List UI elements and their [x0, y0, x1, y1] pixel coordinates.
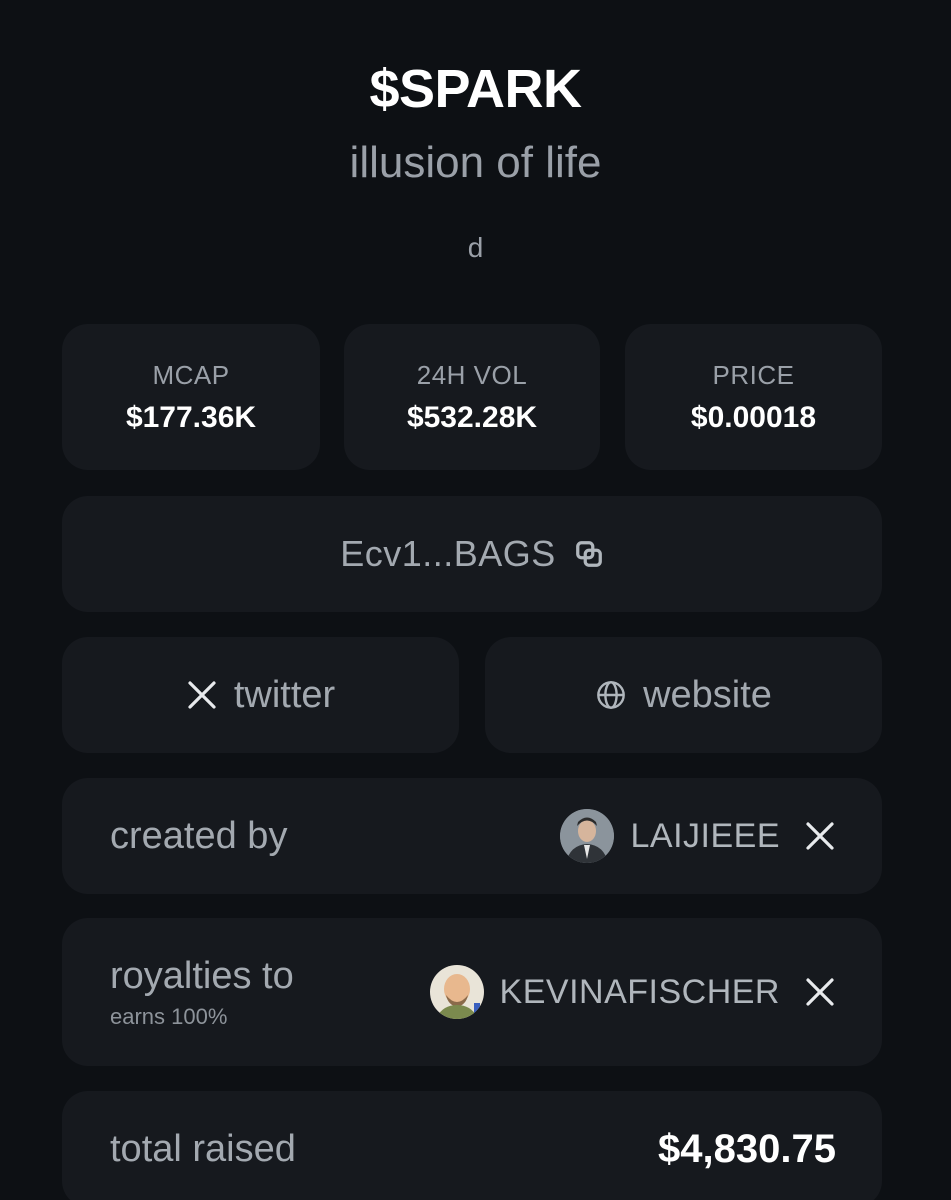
stat-label: 24H VOL: [416, 359, 528, 390]
copy-icon[interactable]: [574, 539, 604, 569]
stat-label: MCAP: [152, 359, 230, 390]
stat-value: $0.00018: [690, 400, 817, 434]
created-by-label: created by: [110, 814, 288, 857]
royalties-label: royalties to: [110, 954, 294, 997]
token-page: $SPARK illusion of life d MCAP $177.36K …: [0, 0, 951, 1200]
twitter-link-button[interactable]: twitter: [62, 637, 459, 753]
stat-value: $532.28K: [406, 400, 538, 434]
stat-card-volume: 24H VOL $532.28K: [344, 324, 600, 470]
royalties-row: royalties to earns 100% KEVINAFISCHER: [62, 918, 882, 1066]
total-raised-value: $4,830.75: [658, 1126, 836, 1171]
globe-icon: [597, 681, 625, 709]
recipient-username: KEVINAFISCHER: [499, 972, 780, 1011]
royalties-label-group: royalties to earns 100%: [110, 955, 294, 1030]
website-label: website: [643, 673, 772, 716]
stat-value: $177.36K: [125, 400, 257, 434]
token-ticker: $SPARK: [369, 59, 582, 119]
contract-address: Ecv1...BAGS: [340, 533, 556, 574]
x-icon: [188, 681, 216, 709]
created-by-row: created by LAIJIEEE: [62, 778, 882, 894]
website-link-button[interactable]: website: [485, 637, 882, 753]
twitter-label: twitter: [233, 673, 336, 716]
stat-card-mcap: MCAP $177.36K: [62, 324, 320, 470]
royalties-share: earns 100%: [110, 1003, 228, 1029]
royalty-recipient-profile[interactable]: KEVINAFISCHER: [429, 965, 836, 1019]
total-raised-row: total raised $4,830.75: [62, 1091, 882, 1200]
creator-avatar: [560, 809, 615, 863]
token-name: illusion of life: [349, 138, 602, 187]
stat-label: PRICE: [712, 359, 795, 390]
x-icon[interactable]: [804, 820, 836, 852]
creator-username: LAIJIEEE: [630, 816, 780, 855]
creator-profile[interactable]: LAIJIEEE: [560, 809, 836, 863]
x-icon[interactable]: [804, 976, 836, 1008]
stat-card-price: PRICE $0.00018: [625, 324, 882, 470]
contract-address-button[interactable]: Ecv1...BAGS: [62, 496, 882, 612]
token-description: d: [467, 232, 484, 263]
total-raised-label: total raised: [110, 1127, 296, 1170]
recipient-avatar: [429, 965, 484, 1019]
